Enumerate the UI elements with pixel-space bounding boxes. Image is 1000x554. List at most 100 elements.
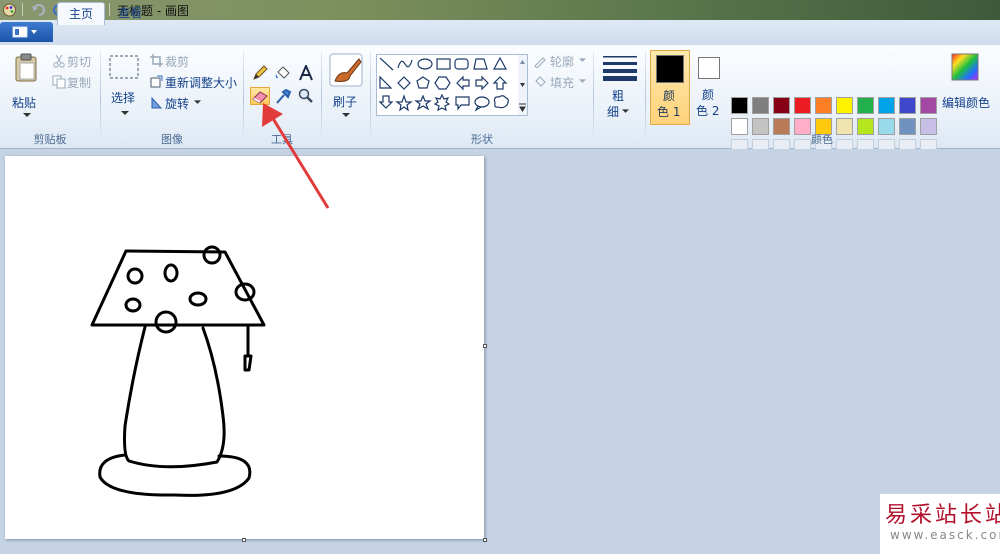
- palette-swatch[interactable]: [836, 97, 853, 114]
- fill-button[interactable]: 填充: [533, 74, 588, 90]
- paste-button[interactable]: 粘贴: [8, 51, 46, 121]
- size-label-thin: 细: [607, 105, 620, 119]
- shapes-gallery-icons: [378, 56, 509, 112]
- image-group-label: 图像: [161, 133, 183, 146]
- pencil-tool[interactable]: [250, 64, 270, 82]
- rotate-dropdown-icon: [194, 100, 201, 104]
- brush-icon: [329, 53, 363, 87]
- resize-handle-right[interactable]: [483, 344, 487, 348]
- resize-icon: [150, 75, 163, 88]
- paste-label: 粘贴: [12, 96, 37, 110]
- tab-view[interactable]: 查看: [108, 2, 152, 24]
- drawing-canvas[interactable]: [5, 156, 484, 539]
- outline-button[interactable]: 轮廓: [533, 53, 588, 69]
- watermark-url: www.easck.com: [890, 528, 1000, 542]
- palette-swatch[interactable]: [920, 97, 937, 114]
- paint-app-icon[interactable]: [2, 2, 17, 17]
- fill-bucket-icon: [535, 76, 546, 87]
- tab-home[interactable]: 主页: [57, 2, 105, 25]
- crop-label: 裁剪: [165, 55, 190, 69]
- crop-button[interactable]: 裁剪: [150, 53, 210, 69]
- shapes-gallery-scroll[interactable]: [518, 54, 528, 116]
- colors-group-label: 颜色: [811, 133, 833, 146]
- outline-dropdown-icon: [579, 58, 586, 62]
- titlebar-separator: [22, 3, 23, 16]
- shapes-scroll-arrows-icon: [519, 60, 526, 112]
- text-tool[interactable]: [296, 63, 316, 82]
- cut-label: 剪切: [67, 55, 92, 69]
- palette-swatch[interactable]: [857, 97, 874, 114]
- color-1-label-line1: 颜: [663, 89, 676, 103]
- copy-label: 复制: [67, 76, 92, 90]
- color-1-button[interactable]: 颜 色 1: [650, 50, 690, 125]
- paint-menu-icon: [12, 26, 37, 38]
- resize-handle-corner[interactable]: [483, 538, 487, 542]
- palette-swatch[interactable]: [794, 97, 811, 114]
- color-1-label-line2: 色 1: [657, 105, 681, 119]
- paste-icon: [15, 53, 37, 82]
- shapes-group-label: 形状: [471, 133, 493, 146]
- copy-icon: [52, 75, 66, 89]
- palette-swatch[interactable]: [878, 97, 895, 114]
- palette-swatch[interactable]: [899, 97, 916, 114]
- select-label: 选择: [111, 91, 136, 105]
- eraser-icon: [252, 91, 268, 104]
- tools-group-label: 工具: [271, 133, 293, 146]
- size-button[interactable]: 粗 细: [600, 51, 640, 125]
- watermark-title: 易采站长站: [885, 503, 1000, 528]
- palette-swatch[interactable]: [773, 97, 790, 114]
- undo-icon[interactable]: [31, 2, 46, 17]
- color-1-swatch: [656, 55, 684, 83]
- resize-handle-bottom[interactable]: [242, 538, 246, 542]
- copy-button[interactable]: 复制: [52, 74, 97, 90]
- shapes-gallery[interactable]: [376, 54, 520, 116]
- group-separator: [593, 51, 594, 145]
- resize-button[interactable]: 重新调整大小: [150, 74, 240, 90]
- fill-tool[interactable]: [273, 64, 293, 82]
- select-button[interactable]: 选择: [106, 53, 142, 123]
- brushes-button[interactable]: 刷子: [327, 51, 365, 123]
- color-2-label-line2: 色 2: [696, 104, 720, 118]
- fill-dropdown-icon: [579, 79, 586, 83]
- brushes-label: 刷子: [333, 95, 358, 109]
- select-dropdown-icon: [121, 111, 129, 115]
- paint-menu-button[interactable]: [0, 22, 53, 42]
- outline-label: 轮廓: [550, 55, 575, 69]
- ribbon-home: 粘贴 剪切 复制 剪贴板 选择 裁剪 重新调整大小 旋转 图像 工具 刷子 轮廓…: [0, 45, 1000, 156]
- palette-swatch[interactable]: [731, 97, 748, 114]
- eraser-tool[interactable]: [250, 87, 270, 105]
- palette-swatch[interactable]: [752, 97, 769, 114]
- rotate-label: 旋转: [165, 97, 190, 111]
- lamp-drawing: [90, 245, 266, 497]
- magnifier-tool[interactable]: [296, 87, 316, 105]
- clipboard-group-label: 剪贴板: [33, 133, 67, 146]
- brushes-dropdown-icon: [342, 113, 350, 117]
- rotate-button[interactable]: 旋转: [150, 95, 205, 111]
- cut-button[interactable]: 剪切: [52, 53, 97, 69]
- color-wheel-icon: [951, 53, 979, 81]
- outline-icon: [534, 57, 546, 68]
- edit-colors-label: 编辑颜色: [942, 96, 991, 110]
- eyedropper-icon: [276, 88, 292, 104]
- color-2-swatch: [698, 57, 720, 79]
- magnifier-icon: [298, 88, 313, 103]
- color-2-button[interactable]: 颜 色 2: [694, 50, 726, 125]
- size-dropdown-icon: [622, 109, 629, 113]
- edit-colors-button[interactable]: 编辑颜色: [942, 51, 998, 111]
- crop-icon: [150, 54, 163, 67]
- paste-dropdown-icon: [23, 113, 31, 117]
- fill-label: 填充: [550, 76, 575, 90]
- text-a-icon: [299, 63, 313, 81]
- palette-swatch[interactable]: [815, 97, 832, 114]
- scissors-icon: [53, 54, 65, 68]
- rotate-icon: [151, 96, 163, 109]
- line-width-icon: [603, 56, 637, 81]
- color-picker-tool[interactable]: [273, 87, 293, 105]
- pencil-icon: [253, 65, 268, 80]
- paint-bucket-icon: [275, 66, 290, 79]
- selection-rectangle-icon: [109, 55, 139, 79]
- color-2-label-line1: 颜: [702, 88, 715, 102]
- size-label-thick: 粗: [612, 89, 625, 103]
- resize-label: 重新调整大小: [165, 76, 238, 90]
- watermark: 易采站长站 www.easck.com: [880, 494, 1000, 554]
